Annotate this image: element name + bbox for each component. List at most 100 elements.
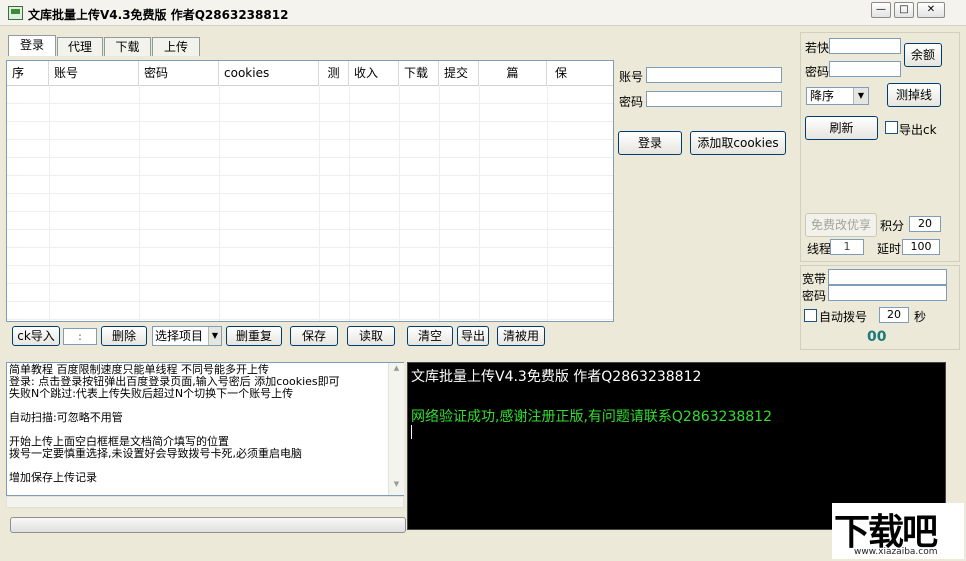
ruokuai-password-label: 密码: [805, 65, 830, 79]
table-col-line: [139, 85, 140, 321]
test-drop-button[interactable]: 测掉线: [887, 83, 941, 107]
seconds-label: 秒: [914, 310, 927, 324]
login-button[interactable]: 登录: [618, 131, 682, 155]
col-header-keep[interactable]: 保: [547, 61, 613, 85]
col-header-password[interactable]: 密码: [139, 61, 219, 85]
table-row-line: [7, 157, 613, 158]
table-col-line: [399, 85, 400, 321]
table-row-line: [7, 283, 613, 284]
window-title: 文库批量上传V4.3免费版 作者Q2863238812: [28, 8, 289, 22]
auto-dial-checkbox[interactable]: [804, 309, 817, 322]
col-header-index[interactable]: 序: [7, 61, 49, 85]
col-header-cookies[interactable]: cookies: [219, 61, 319, 85]
col-header-download[interactable]: 下载: [399, 61, 439, 85]
col-header-submit[interactable]: 提交: [439, 61, 479, 85]
tab-proxy[interactable]: 代理: [57, 37, 103, 56]
notes-scrollbar[interactable]: ▲ ▼: [388, 363, 404, 495]
notes-content: 简单教程 百度限制速度只能单线程 不同号能多开上传 登录: 点击登录按钮弹出百度登…: [7, 363, 403, 485]
table-row-line: [7, 175, 613, 176]
table-col-line: [479, 85, 480, 321]
threads-label: 线程: [807, 242, 832, 256]
table-row-line: [7, 103, 613, 104]
col-header-income[interactable]: 收入: [349, 61, 399, 85]
account-label: 账号: [619, 70, 644, 84]
table-row-line: [7, 265, 613, 266]
minimize-button[interactable]: —: [871, 2, 891, 18]
ck-separator-input[interactable]: :: [63, 328, 97, 345]
maximize-button[interactable]: □: [894, 2, 914, 18]
read-button[interactable]: 读取: [347, 326, 395, 346]
tab-upload[interactable]: 上传: [152, 37, 200, 56]
table-row-line: [7, 247, 613, 248]
delete-button[interactable]: 删除: [101, 326, 147, 346]
close-button[interactable]: ✕: [917, 2, 945, 18]
text-cursor: [411, 425, 412, 439]
chevron-down-icon[interactable]: ▼: [208, 327, 221, 345]
sort-select-value: 降序: [810, 89, 835, 103]
points-input[interactable]: 20: [909, 216, 941, 232]
balance-button[interactable]: 余额: [904, 43, 942, 67]
watermark-logo: 下载吧 www.xiazaiba.com: [832, 503, 964, 559]
table-row-line: [7, 319, 613, 320]
clear-used-button[interactable]: 清被用: [497, 326, 545, 346]
ck-import-button[interactable]: ck导入: [12, 326, 60, 346]
watermark-url: www.xiazaiba.com: [854, 547, 938, 557]
select-items-value: 选择项目: [155, 329, 204, 343]
delay-label: 延时: [877, 242, 902, 256]
password-label: 密码: [619, 95, 644, 109]
col-header-pieces[interactable]: 篇: [479, 61, 547, 85]
table-col-line: [439, 85, 440, 321]
auto-dial-label: 自动拨号: [819, 310, 868, 324]
clear-button[interactable]: 清空: [407, 326, 453, 346]
table-col-line: [319, 85, 320, 321]
table-row-line: [7, 211, 613, 212]
table-col-line: [49, 85, 50, 321]
notes-line: 自动扫描:可忽略不用管: [9, 411, 123, 424]
col-header-test[interactable]: 测: [319, 61, 349, 85]
notes-hscrollbar[interactable]: [6, 496, 404, 508]
table-row-line: [7, 301, 613, 302]
log-line-1: 文库批量上传V4.3免费版 作者Q2863238812: [411, 369, 702, 385]
notes-textarea[interactable]: 简单教程 百度限制速度只能单线程 不同号能多开上传 登录: 点击登录按钮弹出百度登…: [6, 362, 404, 496]
log-line-2: 网络验证成功,感谢注册正版,有问题请联系Q2863238812: [411, 409, 772, 425]
table-row-line: [7, 193, 613, 194]
table-col-line: [349, 85, 350, 321]
account-input[interactable]: [646, 67, 782, 83]
points-label: 积分: [880, 219, 905, 233]
auto-dial-interval-input[interactable]: 20: [879, 307, 909, 323]
tab-download[interactable]: 下载: [104, 37, 151, 56]
ruokuai-input[interactable]: [829, 38, 901, 54]
add-cookies-button[interactable]: 添加取cookies: [690, 131, 786, 155]
refresh-button[interactable]: 刷新: [805, 116, 878, 140]
threads-input[interactable]: 1: [830, 239, 864, 255]
scroll-down-icon[interactable]: ▼: [389, 480, 404, 488]
broadband-password-label: 密码: [802, 289, 827, 303]
table-col-line: [219, 85, 220, 321]
free-share-button[interactable]: 免费改优享: [805, 213, 877, 237]
password-input[interactable]: [646, 91, 782, 107]
scroll-up-icon[interactable]: ▲: [389, 364, 404, 372]
progress-bar: [10, 517, 406, 533]
ruokuai-label: 若快: [805, 41, 830, 55]
header-divider: [7, 85, 613, 86]
delete-duplicates-button[interactable]: 删重复: [226, 326, 282, 346]
ruokuai-password-input[interactable]: [829, 61, 901, 77]
tab-login[interactable]: 登录: [8, 35, 56, 56]
save-button[interactable]: 保存: [290, 326, 338, 346]
export-ck-checkbox[interactable]: [885, 121, 898, 134]
account-table[interactable]: 序 账号 密码 cookies 测 收入 下载 提交 篇 保: [6, 60, 614, 322]
export-button[interactable]: 导出: [457, 326, 489, 346]
notes-line: 拨号一定要慎重选择,未设置好会导致拨号卡死,必须重启电脑: [9, 447, 302, 460]
broadband-label: 宽带: [802, 272, 827, 286]
counter-display: 00: [867, 329, 887, 345]
broadband-password-input[interactable]: [828, 285, 947, 301]
broadband-input[interactable]: [828, 269, 947, 285]
notes-line: 失败N个跳过:代表上传失败后超过N个切换下一个账号上传: [9, 387, 294, 400]
table-row-line: [7, 229, 613, 230]
notes-line: 增加保存上传记录: [9, 471, 97, 484]
table-row-line: [7, 121, 613, 122]
chevron-down-icon[interactable]: ▼: [853, 88, 868, 104]
table-row-line: [7, 139, 613, 140]
col-header-account[interactable]: 账号: [49, 61, 139, 85]
delay-input[interactable]: 100: [902, 239, 940, 255]
